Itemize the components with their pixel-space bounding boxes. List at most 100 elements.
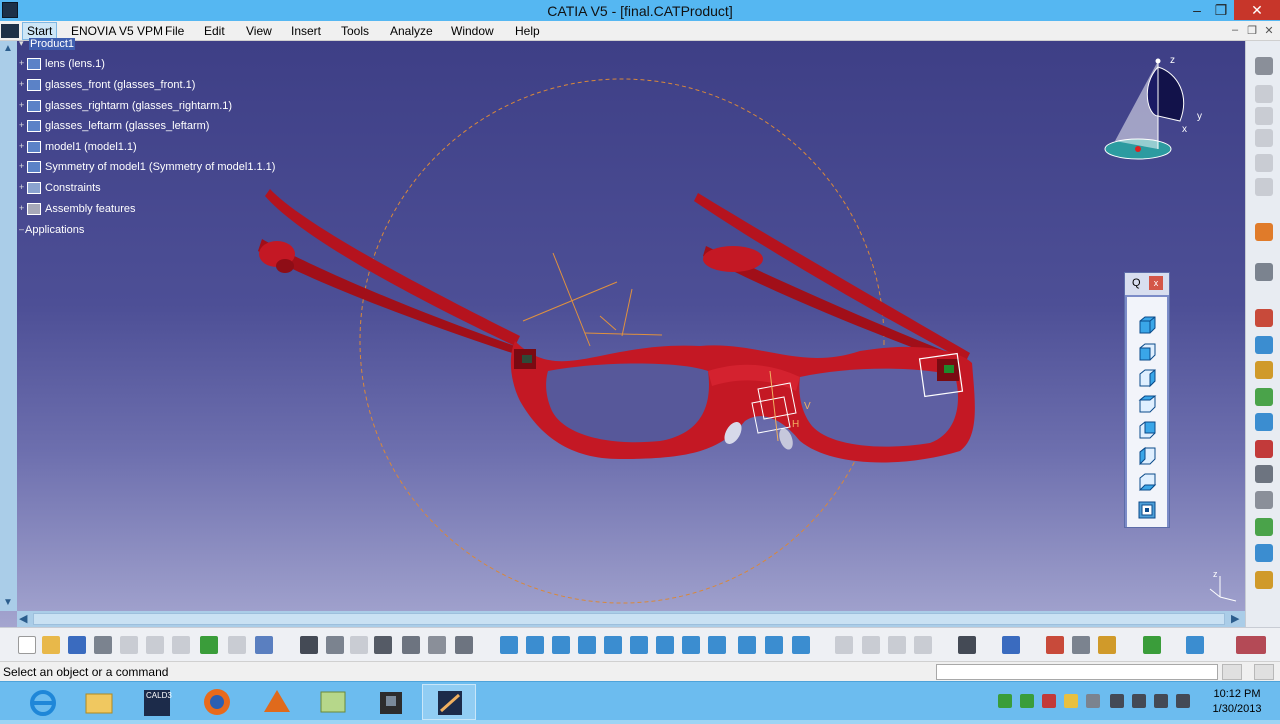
normal-view-icon[interactable] [656, 636, 674, 654]
view-toolbar-close-button[interactable]: x [1149, 276, 1163, 290]
catia-icon[interactable] [422, 684, 476, 720]
disabled-tool-icon[interactable] [350, 636, 368, 654]
scroll-down-icon[interactable]: ▼ [3, 597, 13, 608]
internet-explorer-icon[interactable] [16, 684, 70, 720]
tree-node-label[interactable]: glasses_leftarm (glasses_leftarm) [45, 120, 209, 132]
formula-icon[interactable] [300, 636, 318, 654]
refresh-icon[interactable] [1143, 636, 1161, 654]
menu-insert[interactable]: Insert [291, 24, 321, 38]
fit-all-icon[interactable] [500, 636, 518, 654]
expand-icon[interactable]: + [19, 100, 24, 110]
command-button[interactable] [1222, 664, 1242, 680]
snap-tool-icon[interactable] [1255, 361, 1273, 379]
tray-icon[interactable] [1020, 694, 1034, 708]
cut-icon[interactable] [120, 636, 138, 654]
swap-space-icon[interactable] [792, 636, 810, 654]
tray-icon[interactable] [998, 694, 1012, 708]
disabled-tool-icon[interactable] [1255, 178, 1273, 196]
collapse-icon[interactable]: – [19, 224, 24, 234]
tray-icon[interactable] [1064, 694, 1078, 708]
doc-close-button[interactable]: ✕ [1261, 24, 1277, 37]
iso-view-icon[interactable] [708, 636, 726, 654]
copy-icon[interactable] [146, 636, 164, 654]
expand-icon[interactable]: + [19, 58, 24, 68]
back-view-icon[interactable] [1137, 368, 1157, 388]
save-icon[interactable] [68, 636, 86, 654]
menu-tools[interactable]: Tools [341, 24, 369, 38]
file-explorer-icon[interactable] [72, 684, 126, 720]
menu-file[interactable]: File [165, 24, 184, 38]
generate-tool-icon[interactable] [1255, 518, 1273, 536]
hide-show-icon[interactable] [765, 636, 783, 654]
comment-icon[interactable] [326, 636, 344, 654]
horizontal-scrollbar[interactable]: ◀ ▶ [17, 611, 1245, 627]
select-arrow-icon[interactable] [1255, 223, 1273, 241]
expand-icon[interactable]: + [19, 79, 24, 89]
disabled-tool-icon[interactable] [862, 636, 880, 654]
pan-icon[interactable] [526, 636, 544, 654]
tree-expand-icon[interactable] [402, 636, 420, 654]
network-icon[interactable] [1154, 694, 1168, 708]
restore-button[interactable]: ❐ [1204, 0, 1238, 20]
action-center-icon[interactable] [1110, 694, 1124, 708]
disabled-tool-icon[interactable] [1255, 85, 1273, 103]
matlab-icon[interactable] [250, 684, 304, 720]
move-icon[interactable] [552, 636, 570, 654]
command-button[interactable] [1254, 664, 1274, 680]
constraint-tool-icon[interactable] [1255, 336, 1273, 354]
calc3-icon[interactable]: CALD3 [130, 684, 184, 720]
menu-analyze[interactable]: Analyze [390, 24, 433, 38]
tree-node-label[interactable]: lens (lens.1) [45, 58, 105, 70]
expand-icon[interactable]: + [19, 120, 24, 130]
tray-icon[interactable] [1086, 694, 1100, 708]
tree-node-label[interactable]: Symmetry of model1 (Symmetry of model1.1… [45, 161, 275, 173]
workbench-icon[interactable] [1186, 636, 1204, 654]
measure-item-icon[interactable] [1072, 636, 1090, 654]
scroll-thumb[interactable] [33, 613, 1225, 625]
command-input[interactable] [936, 664, 1218, 680]
volume-icon[interactable] [1176, 694, 1190, 708]
expand-icon[interactable]: + [19, 182, 24, 192]
zoom-out-icon[interactable] [630, 636, 648, 654]
disabled-tool-icon[interactable] [835, 636, 853, 654]
assembly-tool-icon[interactable] [1255, 309, 1273, 327]
paste-icon[interactable] [172, 636, 190, 654]
tree-root-label[interactable]: Product1 [29, 38, 76, 50]
gear-icon[interactable] [1255, 57, 1273, 75]
collapse-icon[interactable]: ▾ [19, 38, 24, 49]
tree-node-label[interactable]: Constraints [45, 182, 101, 194]
help-icon[interactable] [255, 636, 273, 654]
glasses-model[interactable] [258, 189, 975, 463]
disabled-tool-icon[interactable] [1255, 107, 1273, 125]
catia-menu-icon[interactable] [1, 24, 19, 38]
move-tool-icon[interactable] [1255, 388, 1273, 406]
tree-node-label[interactable]: glasses_rightarm (glasses_rightarm.1) [45, 100, 232, 112]
scroll-up-icon[interactable]: ▲ [3, 43, 13, 54]
menu-help[interactable]: Help [515, 24, 540, 38]
clock[interactable]: 10:12 PM 1/30/2013 [1194, 687, 1280, 717]
doc-minimize-button[interactable]: – [1227, 24, 1243, 36]
scroll-right-icon[interactable]: ▶ [1231, 612, 1239, 625]
tree-node-label[interactable]: model1 (model1.1) [45, 141, 137, 153]
scroll-left-icon[interactable]: ◀ [19, 612, 27, 625]
undo-icon[interactable] [200, 636, 218, 654]
catalog-browser-icon[interactable] [428, 636, 446, 654]
rotate-icon[interactable] [578, 636, 596, 654]
zoom-in-icon[interactable] [604, 636, 622, 654]
right-view-icon[interactable] [1137, 420, 1157, 440]
power-icon[interactable] [1132, 694, 1146, 708]
print-icon[interactable] [94, 636, 112, 654]
table-tool-icon[interactable] [1255, 491, 1273, 509]
redo-icon[interactable] [228, 636, 246, 654]
expand-icon[interactable]: + [19, 161, 24, 171]
menu-edit[interactable]: Edit [204, 24, 225, 38]
measure-inertia-icon[interactable] [1098, 636, 1116, 654]
disabled-tool-icon[interactable] [888, 636, 906, 654]
bottom-view-icon[interactable] [1137, 472, 1157, 492]
top-view-icon[interactable] [1137, 446, 1157, 466]
new-file-icon[interactable] [18, 636, 36, 654]
tree-node-label[interactable]: glasses_front (glasses_front.1) [45, 79, 195, 91]
named-views-icon[interactable] [1137, 500, 1157, 520]
menu-window[interactable]: Window [451, 24, 494, 38]
measure-between-icon[interactable] [1046, 636, 1064, 654]
